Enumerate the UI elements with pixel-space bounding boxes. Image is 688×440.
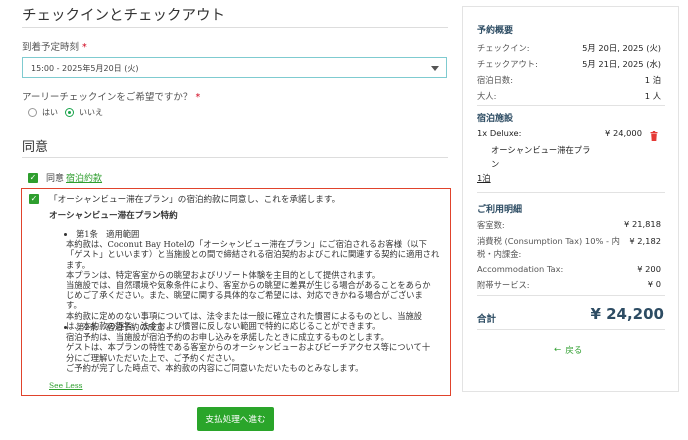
plan-terms-title: オーシャンビュー滞在プラン特約 [49, 211, 178, 221]
article-1-line: す。 [66, 300, 82, 311]
article-1-line: 当施設では、自然環境や気象条件により、客室からの眺望に差異が生じる場合があること… [66, 280, 431, 291]
charge-row-accommodation-tax: Accommodation Tax: ¥ 200 [477, 264, 661, 274]
article-1-line: 本約款に定めのない事項については、法令または一般に確立された慣習によるものとし、… [66, 310, 423, 321]
agree-terms-row[interactable]: ✓ 同意 宿泊約款 [28, 171, 102, 184]
back-label: 戻る [565, 346, 583, 356]
adults-value: 1 人 [644, 91, 661, 101]
early-checkin-option-yes[interactable]: はい [28, 107, 58, 118]
article-1-line: 「ゲスト」といいます）と当施設との間で締結される宿泊契約およびこれに関連する契約… [66, 249, 440, 260]
facility-title: 宿泊施設 [477, 114, 514, 124]
arrival-time-value: 15:00 - 2025年5月20日 (火) [31, 64, 139, 73]
section-divider [22, 27, 448, 28]
article-2-line: 宿泊予約は、当施設が宿泊予約のお申し込みを承諾したときに成立するものとします。 [66, 332, 389, 343]
plan-name: オーシャンビュー滞在プラ ン [491, 143, 675, 171]
article-2-line: 分にご理解いただいた上で、ご予約ください。 [66, 352, 240, 363]
rooms-label: 客室数: [477, 220, 505, 230]
plan-terms-box: ✓ 「オーシャンビュー滞在プラン」の宿泊約款に同意し、これを承諾します。 オーシ… [21, 188, 451, 396]
accommodation-tax-label: Accommodation Tax: [477, 264, 564, 274]
article-1-line: ます。 [66, 259, 91, 270]
see-less-link[interactable]: See Less [49, 381, 83, 390]
checkin-label: チェックイン: [477, 43, 530, 53]
article-2-line: ご予約が完了した時点で、本約款の内容にご同意いただいたものとみなします。 [66, 362, 364, 373]
tax-label-2: 税・内課金: [477, 249, 522, 259]
terms-link[interactable]: 宿泊約款 [66, 171, 102, 184]
total-label: 合計 [477, 314, 497, 325]
option-no-label: いいえ [79, 108, 103, 117]
arrival-time-label: 到着予定時刻 * [22, 39, 87, 53]
summary-divider [477, 295, 665, 296]
article-2-line: ゲストは、本プランの特性である客室からのオーシャンビューおよびビーチアクセス等に… [66, 342, 431, 353]
nights-label: 宿泊日数: [477, 75, 513, 85]
proceed-to-payment-button[interactable]: 支払処理へ進む [197, 407, 274, 431]
required-mark: * [195, 92, 201, 103]
article-2: 第2条 宿泊予約の成立 宿泊予約は、当施設が宿泊予約のお申し込みを承諾したときに… [66, 322, 430, 373]
plan-nights: 1泊 [477, 173, 491, 183]
summary-row-checkout: チェックアウト: 5月 21日, 2025 (水) [477, 58, 661, 70]
arrow-left-icon: ← [554, 345, 562, 355]
plan-terms-checkbox[interactable]: ✓ [29, 194, 39, 204]
article-1-line: 本プランは、特定客室からの眺望およびリゾート体験を主目的として提供されます。 [66, 269, 381, 280]
plan-terms-accept-text: 「オーシャンビュー滞在プラン」の宿泊約款に同意し、これを承諾します。 [49, 195, 341, 205]
room-label: 1x Deluxe: [477, 128, 522, 138]
summary-divider [477, 192, 665, 193]
rooms-value: ¥ 21,818 [624, 219, 661, 229]
summary-divider [477, 105, 665, 106]
back-link[interactable]: ← 戻る [554, 344, 582, 356]
early-checkin-label-text: アーリーチェックインをご希望ですか？ [22, 92, 193, 103]
article-2-title: 第2条 宿泊予約の成立 [76, 322, 430, 332]
room-price: ¥ 24,000 [605, 128, 642, 138]
extras-value: ¥ 0 [647, 279, 661, 289]
article-1-title: 第1条 適用範囲 [76, 229, 439, 239]
consent-divider [22, 157, 448, 158]
article-1: 第1条 適用範囲 本約款は、Coconut Bay Hotelの「オーシャンビュ… [66, 229, 439, 331]
arrival-time-label-text: 到着予定時刻 [22, 42, 80, 53]
early-checkin-label: アーリーチェックインをご希望ですか？ * [22, 89, 200, 103]
details-title: ご利用明細 [477, 205, 523, 215]
summary-row-nights: 宿泊日数: 1 泊 [477, 74, 661, 86]
agree-checkbox[interactable]: ✓ [28, 172, 38, 183]
article-1-line: 本約款は、Coconut Bay Hotelの「オーシャンビュー滞在プラン」にご… [66, 239, 427, 250]
total-value: ¥ 24,200 [590, 305, 664, 323]
room-row: 1x Deluxe: ¥ 24,000 [477, 128, 642, 138]
charge-row-extras: 附帯サービス: ¥ 0 [477, 279, 661, 291]
radio-yes[interactable] [28, 108, 37, 117]
plan-name-line-1: オーシャンビュー滞在プラ [491, 145, 591, 155]
accommodation-tax-value: ¥ 200 [637, 264, 661, 274]
checkin-value: 5月 20日, 2025 (火) [582, 43, 661, 53]
early-checkin-option-no[interactable]: いいえ [65, 107, 103, 118]
summary-row-adults: 大人: 1 人 [477, 90, 661, 102]
extras-label: 附帯サービス: [477, 280, 530, 290]
summary-row-checkin: チェックイン: 5月 20日, 2025 (火) [477, 42, 661, 54]
article-1-line: じめご了承ください。また、眺望に関する具体的なご希望には、対応できかねる場合がご… [66, 290, 423, 301]
checkout-label: チェックアウト: [477, 59, 538, 69]
required-mark: * [82, 42, 87, 53]
chevron-down-icon [431, 66, 439, 71]
adults-label: 大人: [477, 91, 497, 101]
summary-divider [477, 329, 665, 330]
tax-value: ¥ 2,182 [629, 236, 661, 246]
consent-heading: 同意 [22, 140, 49, 155]
charge-row-rooms: 客室数: ¥ 21,818 [477, 219, 661, 231]
agree-prefix: 同意 [46, 174, 65, 184]
arrival-time-select[interactable]: 15:00 - 2025年5月20日 (火) [22, 57, 447, 78]
radio-no[interactable] [65, 108, 74, 117]
option-yes-label: はい [42, 108, 58, 117]
checkout-value: 5月 21日, 2025 (水) [582, 59, 661, 69]
nights-value: 1 泊 [644, 75, 661, 85]
reservation-summary-panel: 予約概要 チェックイン: 5月 20日, 2025 (火) チェックアウト: 5… [462, 6, 679, 392]
checkin-section-title: チェックインとチェックアウト [22, 8, 225, 24]
summary-title: 予約概要 [477, 26, 514, 36]
plan-name-line-2: ン [491, 159, 500, 169]
charge-row-tax: 消費税 (Consumption Tax) 10% - 内 税・内課金: ¥ 2… [477, 235, 661, 261]
